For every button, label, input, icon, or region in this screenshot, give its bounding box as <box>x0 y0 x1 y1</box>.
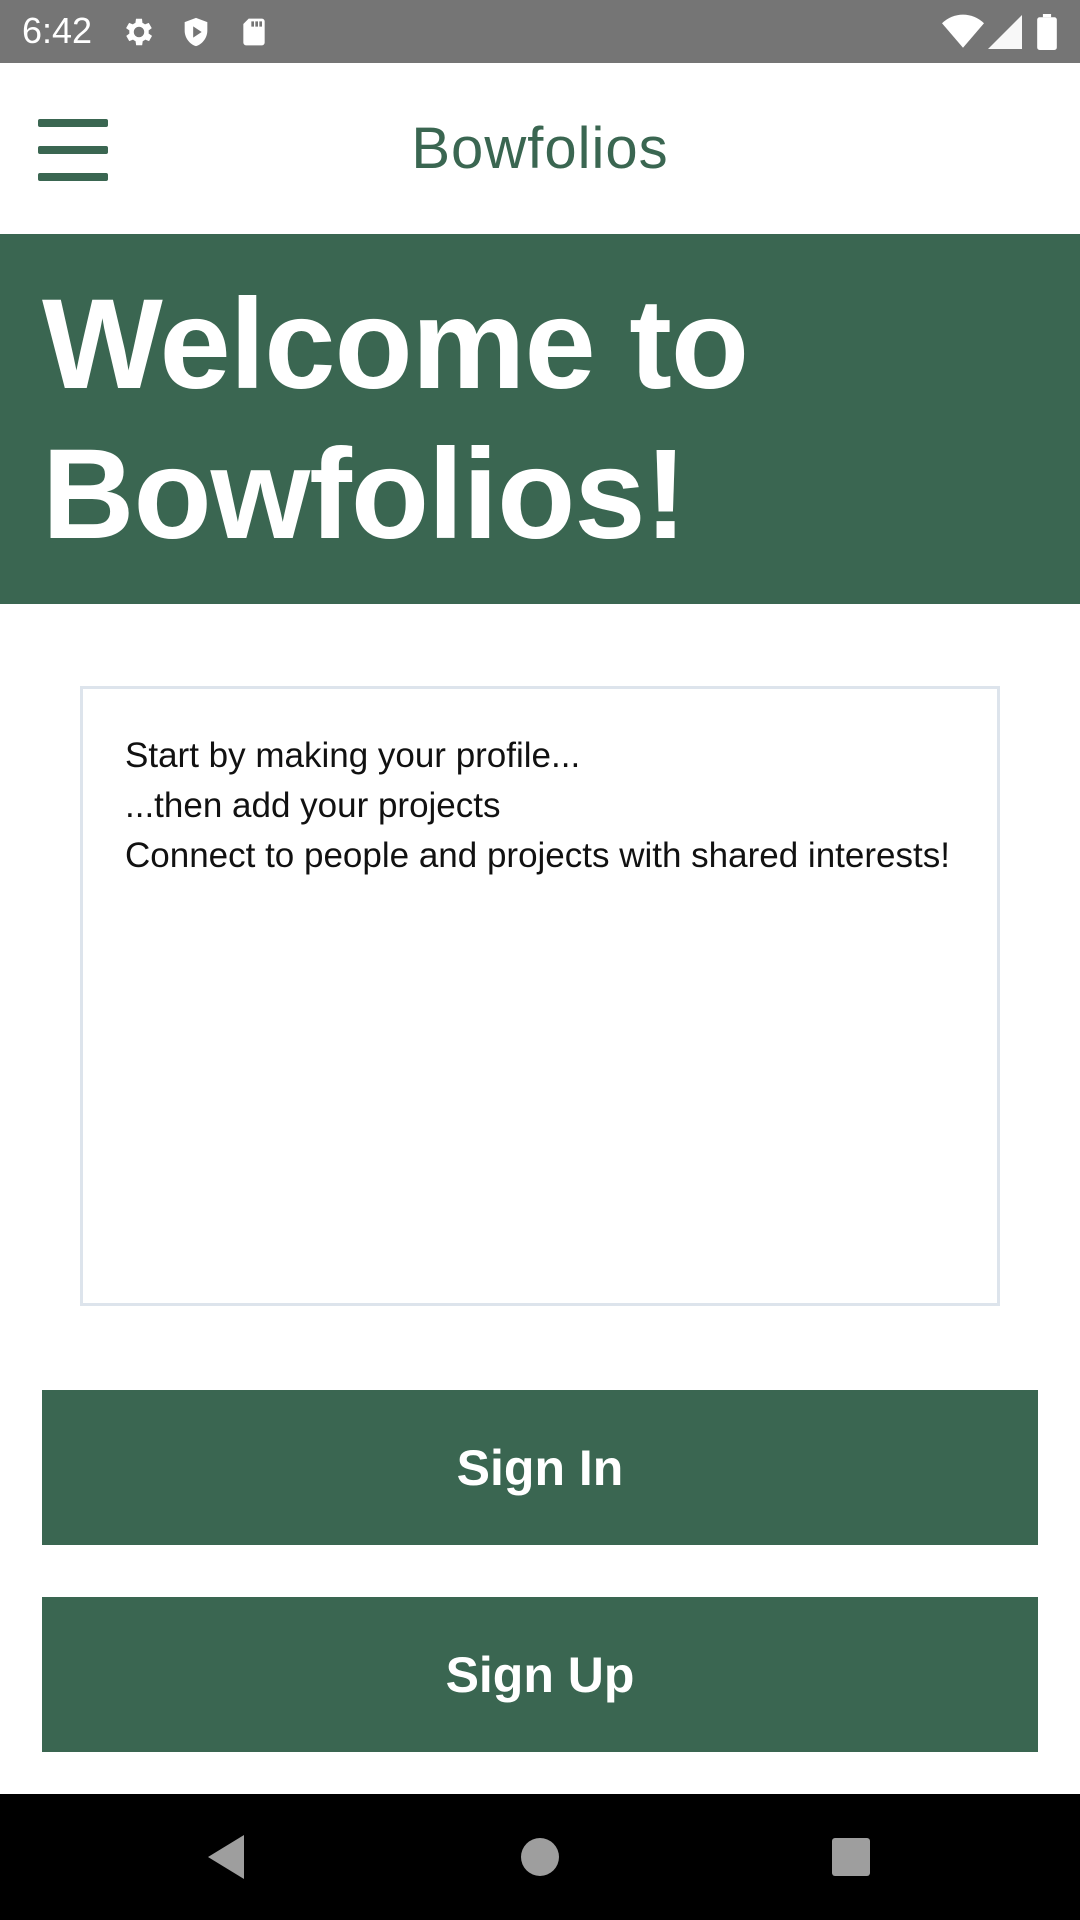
welcome-heading: Welcome to Bowfolios! <box>42 273 749 566</box>
sign-in-button[interactable]: Sign In <box>42 1390 1038 1545</box>
wifi-icon <box>942 14 984 50</box>
shield-icon <box>179 14 213 50</box>
back-button[interactable] <box>190 1822 260 1892</box>
battery-icon <box>1036 14 1058 50</box>
hamburger-menu-icon <box>38 119 108 181</box>
sign-up-button[interactable]: Sign Up <box>42 1597 1038 1752</box>
system-navigation-bar <box>0 1794 1080 1920</box>
sd-card-icon <box>238 14 270 50</box>
app-title: Bowfolios <box>411 116 669 181</box>
intro-line-connect: Connect to people and projects with shar… <box>125 836 950 875</box>
cell-signal-icon <box>988 14 1022 50</box>
intro-line-profile: Start by making your profile... <box>125 736 581 775</box>
back-icon <box>202 1832 248 1882</box>
hero-banner: Welcome to Bowfolios! <box>0 234 1080 604</box>
home-icon <box>518 1835 562 1879</box>
home-button[interactable] <box>505 1822 575 1892</box>
gear-icon <box>121 14 157 50</box>
status-time: 6:42 <box>22 10 93 51</box>
app-header: Bowfolios <box>0 63 1080 234</box>
recents-icon <box>830 1836 872 1878</box>
status-bar: 6:42 <box>0 0 1080 63</box>
menu-button[interactable] <box>30 109 116 191</box>
intro-line-projects: ...then add your projects <box>125 786 501 825</box>
recents-button[interactable] <box>816 1822 886 1892</box>
intro-card: Start by making your profile... ...then … <box>80 686 1000 1306</box>
